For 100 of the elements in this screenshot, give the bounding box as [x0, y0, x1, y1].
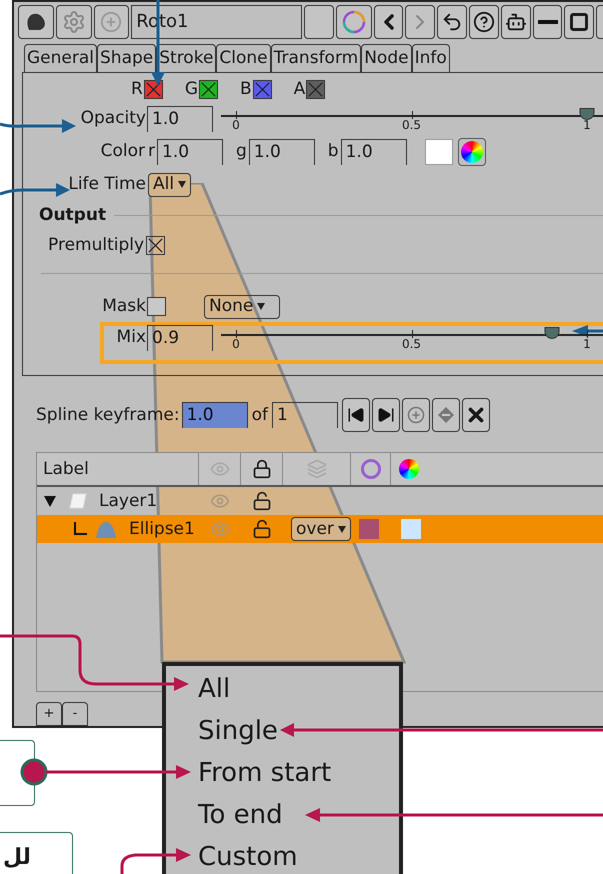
field-label: Opacity	[80, 107, 146, 130]
color-ring-icon	[360, 459, 380, 480]
color-ring-icon	[342, 10, 366, 34]
layer-row[interactable]: Ellipse1 over	[37, 515, 603, 544]
channel-field-label: b	[328, 140, 339, 164]
plus-circle-icon	[100, 10, 122, 33]
tick-label: 0	[232, 338, 240, 350]
color-wheel-icon	[399, 459, 419, 480]
input-field[interactable]: 1.0	[147, 106, 213, 132]
mask-checkbox[interactable]	[147, 297, 166, 316]
clear-keyframes-button[interactable]	[462, 398, 490, 432]
bezier-shape-icon	[95, 519, 117, 540]
menu-item[interactable]: Single	[198, 714, 278, 748]
menu-item[interactable]: From start	[198, 756, 332, 790]
maximize-icon	[569, 12, 590, 32]
pointer-arrow	[0, 183, 70, 197]
slider-thumb[interactable]	[580, 108, 594, 120]
tab[interactable]: Transform	[270, 44, 362, 72]
skip-forward-icon	[376, 406, 395, 424]
color-swatch[interactable]	[400, 519, 421, 540]
menu-item[interactable]: All	[198, 672, 230, 706]
input-field[interactable]: 1	[272, 402, 338, 428]
color-wheel-icon	[460, 140, 483, 163]
field-label: Life Time	[68, 173, 146, 196]
menu-item[interactable]: To end	[198, 798, 283, 832]
expand-triangle-icon[interactable]	[43, 494, 57, 508]
help-icon	[472, 10, 495, 33]
layer-row[interactable]: Layer1	[37, 487, 603, 516]
slider-thumb[interactable]	[544, 326, 560, 339]
add-keyframe-button[interactable]	[402, 398, 430, 432]
blob-icon	[24, 12, 47, 32]
restore-button[interactable]	[437, 4, 468, 39]
opacity-slider[interactable]	[228, 108, 595, 122]
input-field[interactable]: 0.9	[147, 324, 213, 351]
tab[interactable]: Info	[412, 44, 450, 72]
lock-icon[interactable]	[252, 519, 272, 540]
caret-icon	[338, 526, 346, 533]
field-label: Color	[100, 140, 145, 164]
node-settings-button[interactable]	[500, 4, 531, 39]
tab[interactable]: Clone	[216, 44, 271, 72]
settings-button[interactable]	[56, 4, 92, 39]
add-button[interactable]	[94, 4, 130, 39]
lock-icon	[252, 459, 272, 480]
color-swatch[interactable]	[358, 519, 379, 540]
channel-field-label: r	[148, 140, 155, 164]
next-keyframe-button[interactable]	[372, 398, 400, 432]
tick-label: 1	[583, 338, 591, 350]
caret-icon	[178, 181, 186, 188]
field-label: Spline keyframe:	[36, 404, 180, 427]
color-preview-swatch[interactable]	[424, 138, 453, 165]
skip-back-icon	[346, 406, 365, 424]
pointer-arrow	[120, 848, 191, 874]
callout-text: لل	[3, 844, 31, 872]
menu-item[interactable]: Custom	[198, 840, 298, 874]
color-picker-button[interactable]	[458, 138, 486, 166]
previous-keyframe-button[interactable]	[342, 398, 370, 432]
tab[interactable]: Stroke	[156, 44, 216, 72]
blank-button[interactable]	[304, 4, 334, 39]
layer-icon	[69, 493, 87, 510]
section-heading: Output	[39, 204, 106, 228]
caret-icon	[257, 303, 266, 310]
input-field[interactable]: 1.0	[182, 402, 248, 428]
list-button[interactable]: +	[36, 702, 62, 726]
layer-name: Ellipse1	[129, 518, 195, 541]
forward-button[interactable]	[405, 4, 436, 39]
field-label: Mix	[116, 326, 147, 350]
channel-checkbox[interactable]	[252, 80, 272, 100]
lock-icon[interactable]	[252, 491, 272, 512]
dropdown[interactable]: None	[204, 294, 280, 319]
help-button[interactable]	[469, 4, 499, 39]
input-field[interactable]: 1.0	[157, 138, 223, 165]
premultiply-checkbox[interactable]	[146, 236, 166, 256]
settings-icon	[62, 10, 86, 34]
tab[interactable]: General	[24, 44, 97, 72]
input-field[interactable]: 1.0	[248, 138, 315, 165]
input-field[interactable]: 1.0	[340, 138, 407, 165]
tick-label: 0.5	[402, 338, 422, 350]
layers-icon	[306, 459, 326, 480]
tick-label: 1	[583, 118, 591, 131]
channel-checkbox[interactable]	[306, 80, 326, 100]
remove-keyframe-button[interactable]	[432, 398, 460, 432]
back-button[interactable]	[374, 4, 404, 39]
tab[interactable]: Shape	[97, 44, 156, 72]
tick-label: 0	[232, 118, 240, 131]
layer-name: Layer1	[99, 490, 158, 513]
dropdown[interactable]: All	[148, 172, 192, 197]
tick-label: 0.5	[402, 118, 422, 131]
roto-node-button[interactable]	[18, 4, 54, 39]
maximize-button[interactable]	[564, 4, 594, 39]
minus-diamond-icon	[436, 406, 455, 424]
checkbox-label: Premultiply	[48, 234, 144, 258]
channel-checkbox[interactable]	[144, 80, 163, 100]
checkbox-label: Mask	[101, 295, 147, 318]
channel-checkbox[interactable]	[199, 80, 218, 100]
of-label: of	[252, 404, 268, 427]
dropdown[interactable]: over	[291, 517, 351, 542]
tab[interactable]: Node	[361, 44, 412, 72]
list-button[interactable]: -	[62, 702, 88, 726]
color-button[interactable]	[336, 4, 372, 39]
minimize-button[interactable]	[532, 4, 562, 39]
